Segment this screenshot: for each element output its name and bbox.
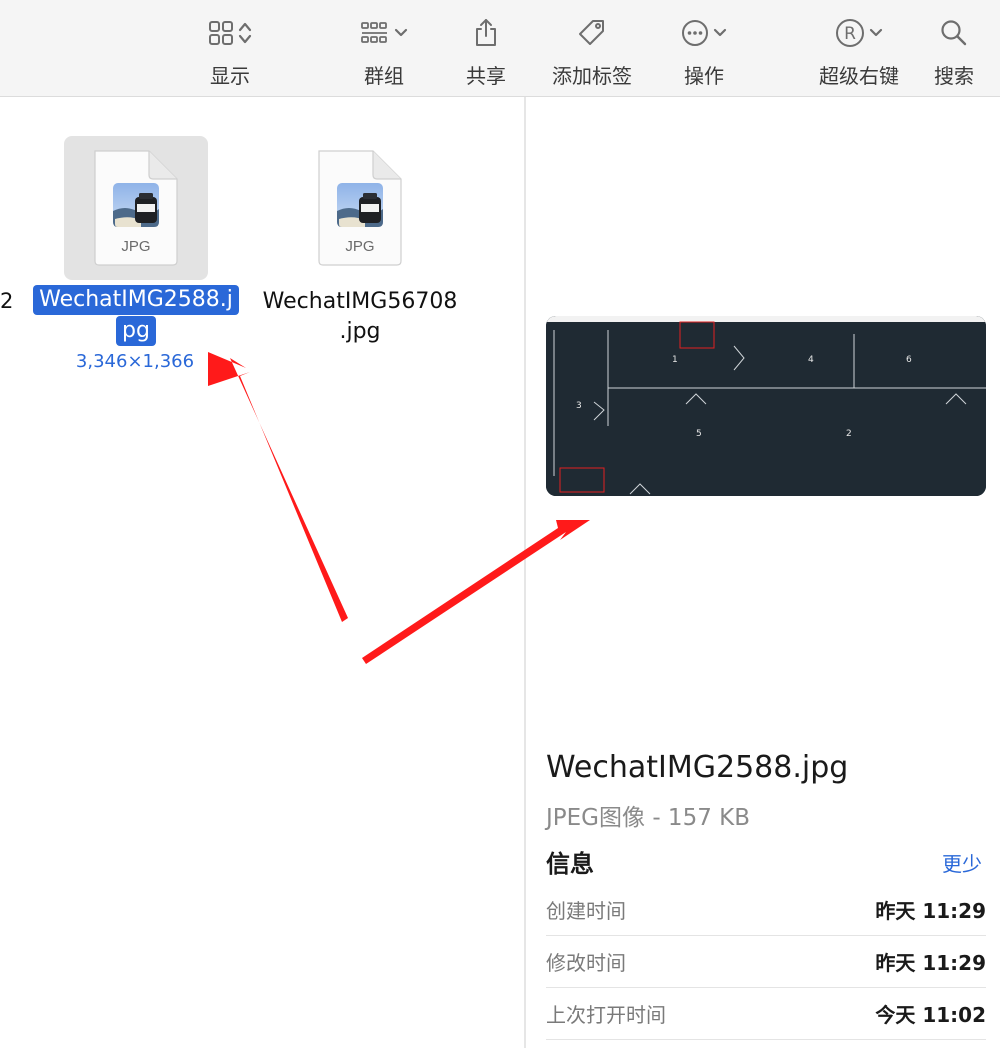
info-key: 创建时间 — [546, 899, 626, 923]
icon-grid-view-icon — [208, 0, 252, 66]
cell-label: 1 — [672, 355, 678, 365]
registered-icon: R — [835, 0, 883, 66]
search-icon — [940, 0, 968, 66]
share-icon — [473, 0, 499, 66]
finder-window: 显示 群组 共享 添加标签 操作 R 超级右键 搜索 2 JPG WechatI… — [0, 0, 1000, 1048]
super-right-click-button[interactable]: R 超级右键 — [812, 0, 906, 97]
share-button[interactable]: 共享 — [460, 0, 512, 97]
view-button[interactable]: 显示 — [198, 0, 262, 97]
add-tag-button[interactable]: 添加标签 — [546, 0, 638, 97]
file-icon-grid: 2 JPG WechatIMG2588.j pg 3,346×1,366 JPG… — [0, 97, 524, 1048]
file-name-line1: WechatIMG56708 — [262, 289, 458, 314]
split-divider[interactable] — [524, 97, 526, 1048]
partial-file-name[interactable]: 2 — [0, 289, 13, 313]
info-value: 今天 11:02 — [875, 1003, 986, 1027]
group-icon — [360, 0, 408, 66]
info-value: 昨天 11:29 — [875, 951, 986, 975]
search-button[interactable]: 搜索 — [928, 0, 980, 97]
file-name-line2: .jpg — [339, 319, 381, 344]
jpg-badge-text: JPG — [121, 238, 150, 255]
view-label: 显示 — [210, 64, 250, 88]
preview-file-kind-size: JPEG图像 - 157 KB — [546, 805, 751, 831]
jpg-file-icon: JPG — [91, 149, 181, 271]
selected-file-name-line1: WechatIMG2588.j — [33, 285, 239, 315]
preview-file-title: WechatIMG2588.jpg — [546, 750, 849, 785]
cell-label: 2 — [846, 429, 852, 439]
super-right-click-label: 超级右键 — [819, 64, 899, 88]
jpg-badge-text: JPG — [345, 238, 374, 255]
action-button[interactable]: 操作 — [674, 0, 734, 97]
cell-label: 5 — [696, 429, 702, 439]
svg-text:R: R — [844, 24, 856, 44]
image-preview: 1 4 6 3 5 2 — [546, 316, 986, 496]
selected-file-name-line2: pg — [116, 316, 156, 346]
jpg-file-icon: JPG — [315, 149, 405, 271]
cell-label: 6 — [906, 355, 912, 365]
info-row-last-opened: 上次打开时间 今天 11:02 — [546, 988, 986, 1040]
info-row-modified: 修改时间 昨天 11:29 — [546, 936, 986, 988]
tag-icon — [577, 0, 607, 66]
cell-label: 4 — [808, 355, 814, 365]
info-value: 昨天 11:29 — [875, 899, 986, 923]
file-name[interactable]: WechatIMG56708 .jpg — [252, 287, 468, 347]
search-label: 搜索 — [934, 64, 974, 88]
image-dimensions: 3,346×1,366 — [75, 351, 195, 372]
info-key: 上次打开时间 — [546, 1003, 666, 1027]
info-row-created: 创建时间 昨天 11:29 — [546, 884, 986, 936]
add-tag-label: 添加标签 — [552, 64, 632, 88]
cell-label: 3 — [576, 401, 582, 411]
selected-file-name[interactable]: WechatIMG2588.j pg — [18, 285, 254, 346]
show-less-link[interactable]: 更少 — [942, 848, 982, 877]
group-label: 群组 — [364, 64, 404, 88]
share-label: 共享 — [466, 64, 506, 88]
ellipsis-circle-icon — [681, 0, 727, 66]
action-label: 操作 — [684, 64, 724, 88]
info-heading: 信息 — [546, 850, 594, 878]
group-button[interactable]: 群组 — [350, 0, 418, 97]
toolbar: 显示 群组 共享 添加标签 操作 R 超级右键 搜索 — [0, 0, 1000, 97]
info-key: 修改时间 — [546, 951, 626, 975]
